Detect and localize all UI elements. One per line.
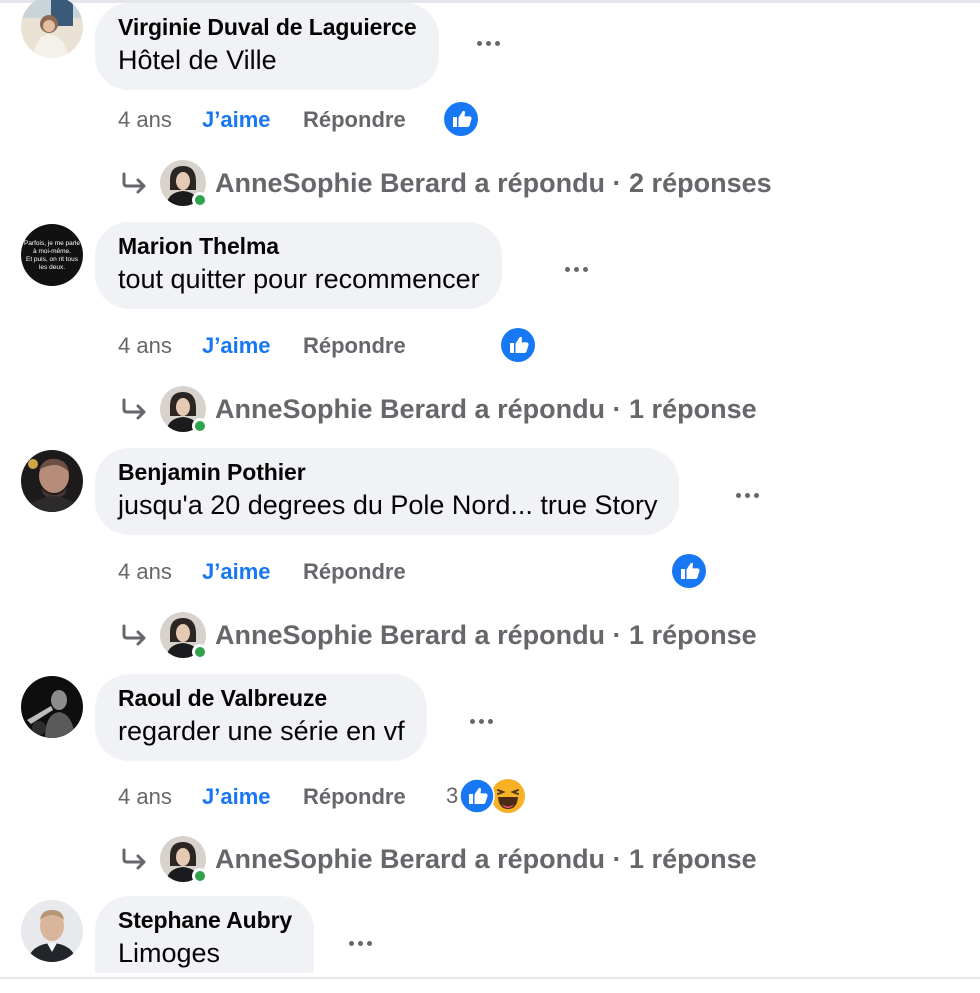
reaction-summary[interactable] xyxy=(670,553,707,589)
online-status-indicator xyxy=(192,418,208,434)
reaction-summary[interactable]: 3 xyxy=(446,778,526,814)
replier-avatar xyxy=(160,386,208,434)
comment-author[interactable]: Benjamin Pothier xyxy=(118,457,657,487)
reply-arrow-icon xyxy=(122,172,146,194)
replies-summary: AnneSophie Berard a répondu · 1 réponse xyxy=(215,619,757,650)
replier-avatar xyxy=(160,612,208,660)
comment-text: regarder une série en vf xyxy=(118,716,405,746)
comment-timestamp[interactable]: 4 ans xyxy=(118,784,202,810)
thumbs-up-icon xyxy=(444,102,478,136)
comment-text: jusqu'a 20 degrees du Pole Nord... true … xyxy=(118,490,658,520)
more-options-button[interactable] xyxy=(340,928,380,958)
comment-bubble: Stephane Aubry Limoges xyxy=(95,896,315,973)
replies-summary: AnneSophie Berard a répondu · 2 réponses xyxy=(215,167,772,198)
more-options-button[interactable] xyxy=(461,706,501,736)
avatar[interactable] xyxy=(21,900,83,962)
more-options-button[interactable] xyxy=(468,28,508,58)
replier-avatar xyxy=(160,836,208,884)
reply-arrow-icon xyxy=(122,398,146,420)
comment-actions: 4 ans J’aime Répondre xyxy=(118,554,406,590)
reply-button[interactable]: Répondre xyxy=(303,333,406,359)
comment-text: tout quitter pour recommencer xyxy=(118,264,480,294)
avatar[interactable]: Parfois, je me parle à moi-même. Et puis… xyxy=(21,224,83,286)
replies-summary: AnneSophie Berard a répondu · 1 réponse xyxy=(215,843,757,874)
thumbs-up-icon xyxy=(459,778,495,814)
laughing-face-icon xyxy=(491,779,526,813)
more-options-button[interactable] xyxy=(556,254,596,284)
more-horizontal-icon xyxy=(564,266,588,272)
reply-button[interactable]: Répondre xyxy=(303,559,406,585)
online-status-indicator xyxy=(192,868,208,884)
comment-author[interactable]: Stephane Aubry xyxy=(118,905,292,935)
view-replies-link[interactable]: AnneSophie Berard a répondu · 1 réponse xyxy=(120,834,757,884)
comment-author[interactable]: Virginie Duval de Laguierce xyxy=(118,12,417,42)
reply-arrow-icon xyxy=(122,848,146,870)
comment-timestamp[interactable]: 4 ans xyxy=(118,107,202,133)
svg-text:Et puis, on rit tous: Et puis, on rit tous xyxy=(26,256,79,263)
like-button[interactable]: J’aime xyxy=(202,333,303,359)
view-replies-link[interactable]: AnneSophie Berard a répondu · 1 réponse xyxy=(120,384,757,434)
like-button[interactable]: J’aime xyxy=(202,559,303,585)
reaction-summary[interactable] xyxy=(442,101,479,137)
view-replies-link[interactable]: AnneSophie Berard a répondu · 1 réponse xyxy=(120,610,757,660)
more-horizontal-icon xyxy=(476,40,500,46)
comment-author[interactable]: Marion Thelma xyxy=(118,231,480,261)
svg-text:Parfois, je me parle: Parfois, je me parle xyxy=(24,240,80,247)
more-horizontal-icon xyxy=(735,492,759,498)
comment-timestamp[interactable]: 4 ans xyxy=(118,333,202,359)
online-status-indicator xyxy=(192,644,208,660)
comment-actions: 4 ans J’aime Répondre xyxy=(118,328,406,364)
comment-text: Hôtel de Ville xyxy=(118,45,277,75)
more-options-button[interactable] xyxy=(727,480,767,510)
view-replies-link[interactable]: AnneSophie Berard a répondu · 2 réponses xyxy=(120,158,772,208)
comment-author[interactable]: Raoul de Valbreuze xyxy=(118,683,405,713)
like-button[interactable]: J’aime xyxy=(202,107,303,133)
bottom-divider xyxy=(0,977,980,979)
reply-button[interactable]: Répondre xyxy=(303,107,406,133)
comment-bubble: Raoul de Valbreuze regarder une série en… xyxy=(95,674,427,761)
replier-avatar xyxy=(160,160,208,208)
like-button[interactable]: J’aime xyxy=(202,784,303,810)
avatar[interactable] xyxy=(21,450,83,512)
online-status-indicator xyxy=(192,192,208,208)
reply-button[interactable]: Répondre xyxy=(303,784,406,810)
reaction-summary[interactable] xyxy=(499,327,536,363)
thumbs-up-icon xyxy=(672,554,706,588)
reaction-count: 3 xyxy=(446,783,459,808)
comment-bubble: Virginie Duval de Laguierce Hôtel de Vil… xyxy=(95,3,439,90)
svg-text:les deux.: les deux. xyxy=(39,264,65,271)
comment-actions: 4 ans J’aime Répondre xyxy=(118,102,406,138)
reply-arrow-icon xyxy=(122,624,146,646)
comment-actions: 4 ans J’aime Répondre xyxy=(118,779,406,815)
thumbs-up-icon xyxy=(501,328,535,362)
svg-text:à moi-même.: à moi-même. xyxy=(33,248,71,255)
comment-bubble: Marion Thelma tout quitter pour recommen… xyxy=(95,222,502,309)
replies-summary: AnneSophie Berard a répondu · 1 réponse xyxy=(215,393,757,424)
avatar[interactable] xyxy=(21,0,83,58)
comment-text: Limoges xyxy=(118,938,221,968)
more-horizontal-icon xyxy=(348,940,372,946)
avatar[interactable] xyxy=(21,676,83,738)
comment-timestamp[interactable]: 4 ans xyxy=(118,559,202,585)
comment-bubble: Benjamin Pothier jusqu'a 20 degrees du P… xyxy=(95,448,680,535)
more-horizontal-icon xyxy=(469,718,493,724)
